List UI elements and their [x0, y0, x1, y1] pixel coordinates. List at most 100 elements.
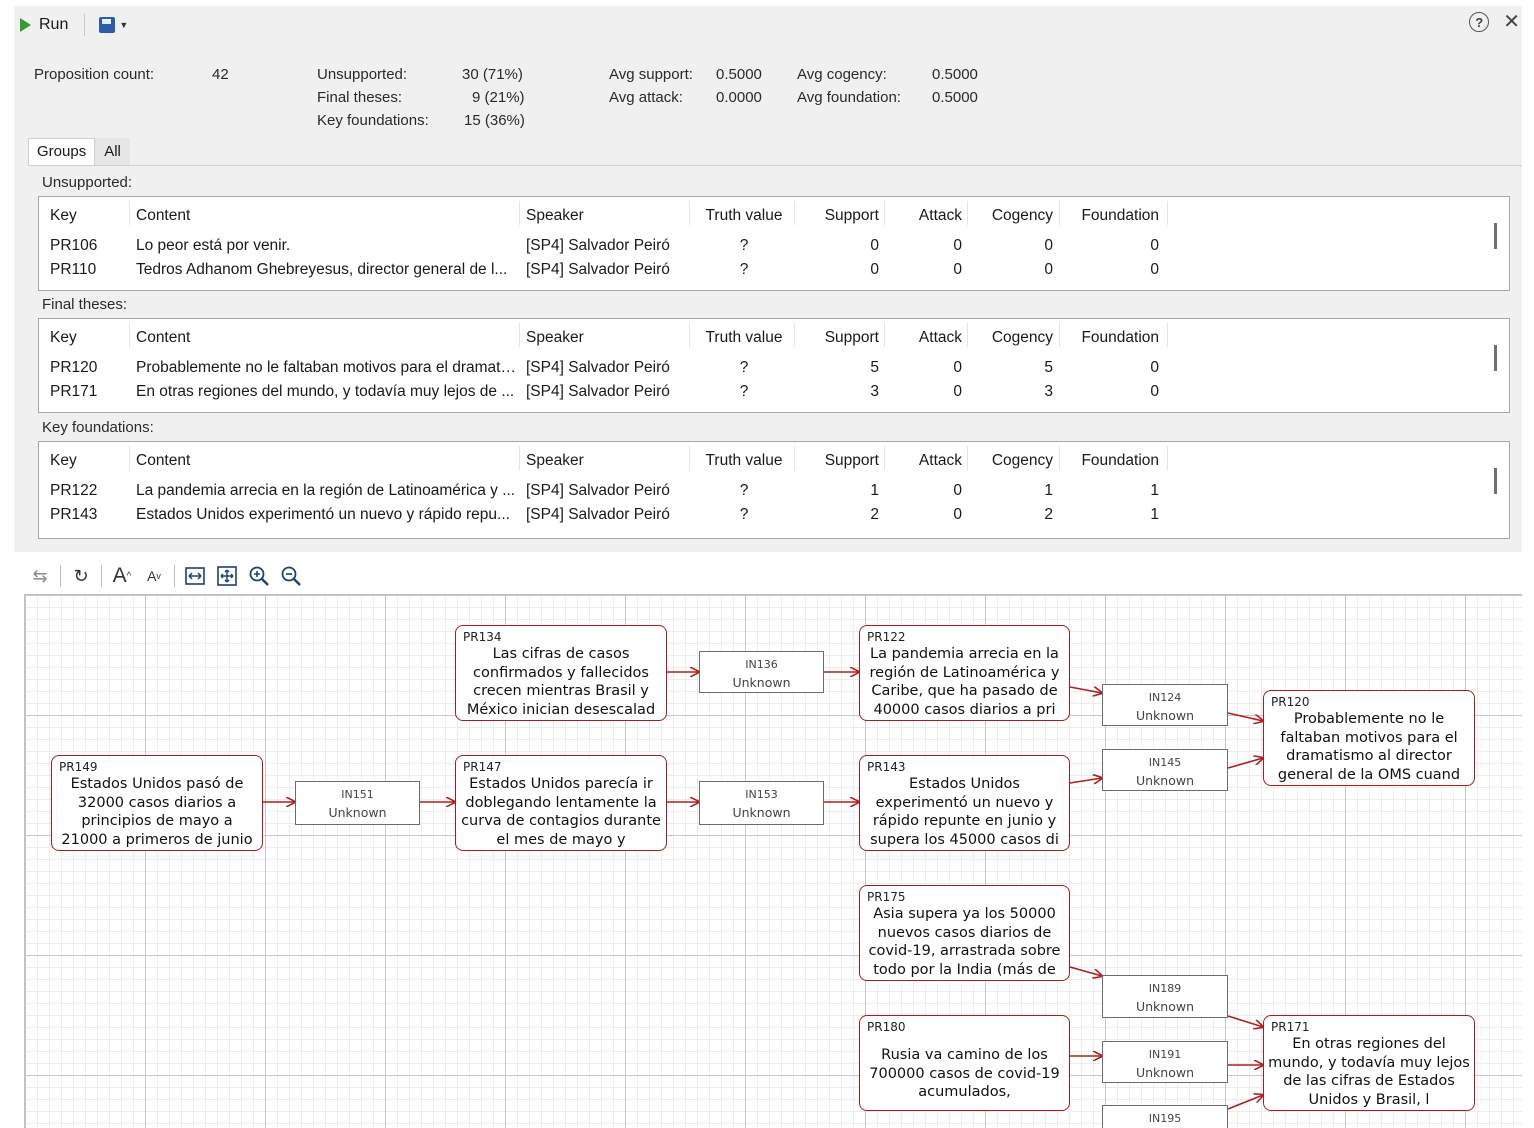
column-header-speaker[interactable]: Speaker: [526, 329, 686, 347]
column-header-support[interactable]: Support: [809, 329, 879, 347]
row-foundation: 1: [1150, 482, 1159, 499]
swap-direction-icon[interactable]: ⇆: [28, 563, 52, 589]
inference-node-in151[interactable]: IN151 Unknown: [295, 781, 420, 825]
proposition-node-pr134[interactable]: PR134 Las cifras de casos confirmados y …: [455, 625, 667, 721]
argument-diagram-canvas[interactable]: PR134 Las cifras de casos confirmados y …: [24, 594, 1522, 1128]
run-button[interactable]: Run: [14, 14, 74, 36]
column-header-key[interactable]: Key: [50, 452, 130, 470]
column-header-foundation[interactable]: Foundation: [1079, 207, 1159, 225]
row-truth-value: ?: [739, 482, 749, 499]
inference-key: IN151: [341, 788, 374, 801]
vertical-scrollbar[interactable]: [1494, 468, 1497, 494]
row-truth-value: ?: [739, 506, 749, 523]
key-foundations-label: Key foundations:: [317, 112, 429, 129]
table-row[interactable]: PR106 Lo peor está por venir. [SP4] Salv…: [39, 237, 1509, 261]
column-header-foundation[interactable]: Foundation: [1079, 329, 1159, 347]
column-header-content[interactable]: Content: [136, 207, 516, 225]
column-header-attack[interactable]: Attack: [897, 207, 962, 225]
inference-key: IN124: [1148, 691, 1182, 704]
column-header-content[interactable]: Content: [136, 452, 516, 470]
inference-key: IN195: [1148, 1112, 1182, 1125]
inference-node-in153[interactable]: IN153 Unknown: [699, 781, 824, 825]
proposition-node-pr120[interactable]: PR120 Probablemente no le faltaban motiv…: [1263, 690, 1475, 786]
column-header-support[interactable]: Support: [809, 207, 879, 225]
inference-node-in136[interactable]: IN136 Unknown: [699, 651, 824, 693]
column-header-cogency[interactable]: Cogency: [983, 329, 1053, 347]
row-speaker: [SP4] Salvador Peiró: [526, 482, 670, 499]
inference-key: IN189: [1148, 982, 1182, 995]
save-dropdown-button[interactable]: ▼: [95, 15, 132, 35]
column-header-foundation[interactable]: Foundation: [1079, 452, 1159, 470]
column-header-cogency[interactable]: Cogency: [983, 207, 1053, 225]
connector-pr122-in124: [1069, 686, 1102, 693]
final-theses-grid[interactable]: Key Content Speaker Truth value Support …: [38, 318, 1510, 413]
zoom-out-icon[interactable]: [279, 563, 303, 589]
avg-attack-value: 0.0000: [716, 89, 762, 106]
connector-pr143-in145: [1069, 778, 1102, 783]
column-header-truth-value[interactable]: Truth value: [699, 207, 789, 225]
node-text: Estados Unidos pasó de 32000 casos diari…: [61, 776, 253, 848]
table-row[interactable]: PR120 Probablemente no le faltaban motiv…: [39, 359, 1509, 383]
increase-font-icon[interactable]: A ^: [110, 563, 134, 589]
refresh-icon[interactable]: ↻: [69, 563, 93, 589]
column-header-support[interactable]: Support: [809, 452, 879, 470]
node-key: PR171: [1271, 1020, 1310, 1034]
proposition-node-pr180[interactable]: PR180 Rusia va camino de los 700000 caso…: [859, 1015, 1070, 1111]
tab-all[interactable]: All: [95, 138, 130, 165]
row-cogency: 3: [1044, 383, 1053, 400]
proposition-node-pr147[interactable]: PR147 Estados Unidos parecía ir doblegan…: [455, 755, 667, 851]
vertical-scrollbar[interactable]: [1494, 345, 1497, 371]
row-foundation: 1: [1150, 506, 1159, 523]
inference-node-in191[interactable]: IN191 Unknown: [1102, 1041, 1228, 1083]
inference-node-in145[interactable]: IN145 Unknown: [1102, 749, 1228, 791]
proposition-node-pr171[interactable]: PR171 En otras regiones del mundo, y tod…: [1263, 1015, 1475, 1111]
row-content: La pandemia arrecia en la región de Lati…: [136, 482, 516, 499]
proposition-node-pr175[interactable]: PR175 Asia supera ya los 50000 nuevos ca…: [859, 885, 1070, 981]
zoom-in-icon[interactable]: [247, 563, 271, 589]
column-header-attack[interactable]: Attack: [897, 452, 962, 470]
column-header-truth-value[interactable]: Truth value: [699, 452, 789, 470]
column-header-speaker[interactable]: Speaker: [526, 207, 686, 225]
help-icon[interactable]: ?: [1469, 12, 1490, 32]
proposition-node-pr122[interactable]: PR122 La pandemia arrecia en la región d…: [859, 625, 1070, 721]
decrease-font-icon[interactable]: Av: [142, 563, 166, 589]
final-theses-label: Final theses:: [317, 89, 403, 106]
proposition-node-pr143[interactable]: PR143 Estados Unidos experimentó un nuev…: [859, 755, 1070, 851]
node-text: En otras regiones del mundo, y todavía m…: [1268, 1036, 1470, 1108]
table-row[interactable]: PR122 La pandemia arrecia en la región d…: [39, 482, 1509, 506]
column-header-cogency[interactable]: Cogency: [983, 452, 1053, 470]
column-header-truth-value[interactable]: Truth value: [699, 329, 789, 347]
column-header-key[interactable]: Key: [50, 207, 130, 225]
row-support: 0: [870, 261, 879, 278]
inference-node-in195[interactable]: IN195: [1102, 1105, 1228, 1128]
column-header-content[interactable]: Content: [136, 329, 516, 347]
inference-node-in124[interactable]: IN124 Unknown: [1102, 684, 1228, 726]
table-row[interactable]: PR171 En otras regiones del mundo, y tod…: [39, 383, 1509, 407]
fit-width-icon[interactable]: [183, 563, 207, 589]
node-text: Probablemente no le faltaban motivos par…: [1277, 711, 1461, 783]
key-foundations-grid[interactable]: Key Content Speaker Truth value Support …: [38, 441, 1510, 539]
inference-node-in189[interactable]: IN189 Unknown: [1102, 975, 1228, 1018]
unsupported-grid[interactable]: Key Content Speaker Truth value Support …: [38, 196, 1510, 291]
proposition-node-pr149[interactable]: PR149 Estados Unidos pasó de 32000 casos…: [51, 755, 263, 851]
grid-header-row: Key Content Speaker Truth value Support …: [39, 207, 1509, 231]
row-attack: 0: [953, 506, 962, 523]
column-header-key[interactable]: Key: [50, 329, 130, 347]
table-row[interactable]: PR143 Estados Unidos experimentó un nuev…: [39, 506, 1509, 530]
row-support: 2: [870, 506, 879, 523]
column-header-speaker[interactable]: Speaker: [526, 452, 686, 470]
avg-cogency-label: Avg cogency:: [797, 66, 887, 83]
view-tabs: Groups All: [28, 138, 130, 165]
table-row[interactable]: PR110 Tedros Adhanom Ghebreyesus, direct…: [39, 261, 1509, 285]
grid-header-row: Key Content Speaker Truth value Support …: [39, 452, 1509, 476]
row-content: Estados Unidos experimentó un nuevo y rá…: [136, 506, 510, 523]
tab-groups[interactable]: Groups: [28, 138, 96, 165]
diagram-toolbar: ⇆ ↻ A ^ Av: [28, 560, 303, 592]
vertical-scrollbar[interactable]: [1494, 223, 1497, 249]
column-header-attack[interactable]: Attack: [897, 329, 962, 347]
node-key: PR175: [867, 890, 906, 904]
fit-page-icon[interactable]: [215, 563, 239, 589]
connector-in124-pr120: [1227, 712, 1263, 721]
close-icon[interactable]: ✕: [1503, 12, 1520, 32]
row-key: PR171: [50, 383, 98, 400]
